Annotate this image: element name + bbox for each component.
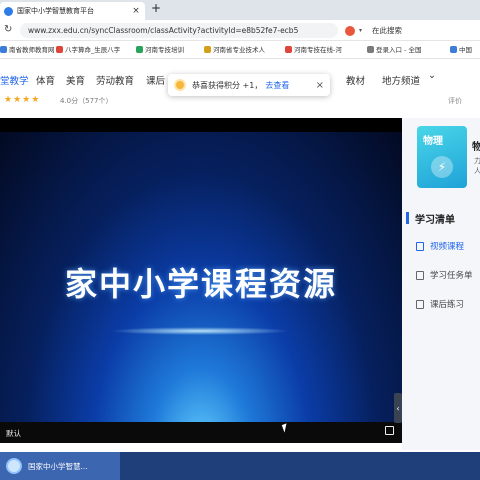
bookmark-item[interactable]: 南省教师教育网 [0,44,55,54]
nav-item[interactable]: 劳动教育 [96,73,134,87]
chevron-down-icon[interactable]: ⌄ [428,70,436,81]
lightning-icon: ⚡ [431,156,453,178]
panel-toggle-button[interactable]: ‹ [394,393,402,423]
bookmark-label: 河南专技培训 [145,46,184,54]
bookmark-favicon-icon [367,45,374,53]
new-tab-button[interactable]: + [151,1,161,15]
toast-view-link[interactable]: 去查看 [265,80,289,91]
url-input[interactable]: www.zxx.edu.cn/syncClassroom/classActivi… [20,23,338,38]
bookmark-favicon-icon [136,45,143,53]
heading-accent-bar [406,212,409,224]
nav-item[interactable]: 地方频道 [382,73,420,87]
address-bar-row: ↻ www.zxx.edu.cn/syncClassroom/classActi… [0,20,480,41]
tab-close-icon[interactable]: × [131,6,141,16]
study-list-item-label: 视频课程 [430,242,465,252]
nav-item[interactable]: 美育 [66,73,85,87]
rating-score: 4.0分（577个） [60,97,113,105]
fullscreen-icon[interactable] [385,426,394,435]
reload-icon[interactable]: ↻ [4,24,12,35]
bookmark-item[interactable]: 河南专技在线-河 [285,44,342,54]
tab-title: 国家中小学智慧教育平台 [17,7,94,15]
quality-selector[interactable]: 默认 [6,428,21,439]
search-placeholder: 在此搜索 [372,26,403,35]
nav-item[interactable]: 堂教学 [0,73,29,87]
bookmark-favicon-icon [0,45,7,53]
browser-tab-bar: 国家中小学智慧教育平台 × + [0,0,480,20]
bookmark-label: 八字算命_生辰八字 [65,46,121,54]
course-side-panel: 物理 ⚡ 物 力 人 学习清单 视频课程学习任务单课后练习 [402,118,480,450]
site-favicon-icon [4,6,13,16]
bookmark-label: 河南省专业技术人 [213,46,265,54]
study-list-heading: 学习清单 [402,208,480,228]
course-sub-text: 力 人 [474,157,480,175]
bookmark-favicon-icon [204,45,211,53]
bookmarks-bar: 南省教师教育网 八字算命_生辰八字 河南专技培训 河南省专业技术人 河南专技在线-河 登录… [0,41,480,59]
study-list-title: 学习清单 [415,214,455,226]
bookmark-favicon-icon [56,45,63,53]
video-glow [110,327,290,335]
nav-item[interactable]: 课后 [146,73,165,87]
star-rating-icon: ★★★★ [4,95,41,105]
video-frame[interactable]: 家中小学课程资源 [0,132,402,422]
rating-row: ★★★★ 4.0分（577个） 评价 [0,95,480,109]
study-list-item[interactable]: 视频课程 [416,240,480,252]
study-list-item-label: 课后练习 [430,300,465,310]
bookmark-item[interactable]: 河南专技培训 [136,44,184,54]
study-list-item-label: 学习任务单 [430,271,473,281]
bookmark-item[interactable]: 登录入口 - 全国 [367,44,421,54]
search-engine-icon [345,25,355,36]
browser-tab[interactable]: 国家中小学智慧教育平台 × [0,2,145,20]
document-icon [416,270,424,280]
subject-name: 物理 [423,136,443,147]
course-title: 物 [472,142,480,153]
document-icon [416,241,424,251]
course-subtitle: 力 人 [474,156,480,176]
browser-icon [6,458,22,474]
os-taskbar: 国家中小学智慧... [0,452,480,480]
bookmark-label: 南省教师教育网 [9,46,55,54]
taskbar-browser-button[interactable]: 国家中小学智慧... [0,452,120,480]
bookmark-label: 登录入口 - 全国 [376,46,422,54]
video-player[interactable]: 家中小学课程资源 默认 ‹ [0,118,402,443]
bookmark-item[interactable]: 中国 [450,44,472,54]
bookmark-item[interactable]: 河南省专业技术人 [204,44,265,54]
study-list-item[interactable]: 课后练习 [416,298,480,310]
toast-message: 恭喜获得积分 +1， [192,80,263,90]
study-list-item[interactable]: 学习任务单 [416,269,480,281]
subject-card[interactable]: 物理 ⚡ [417,126,467,188]
points-toast: 恭喜获得积分 +1， 去查看 × [168,74,330,96]
bookmark-item[interactable]: 八字算命_生辰八字 [56,44,120,54]
taskbar-app-label: 国家中小学智慧... [28,461,88,471]
bookmark-favicon-icon [285,45,292,53]
coin-icon [174,79,186,91]
document-icon [416,299,424,309]
nav-item[interactable]: 体育 [36,73,55,87]
page-background-strip [0,443,402,452]
bookmark-label: 中国 [459,46,472,54]
chevron-down-icon[interactable]: ▾ [359,23,362,38]
bookmark-favicon-icon [450,45,457,53]
video-title-text: 家中小学课程资源 [64,265,337,303]
bookmark-label: 河南专技在线-河 [294,46,342,54]
rate-button[interactable]: 评价 [448,96,462,106]
nav-item[interactable]: 教材 [346,73,365,87]
video-top-bar [0,118,402,132]
search-box[interactable]: ▾ 在此搜索 [345,23,480,38]
video-controls: 默认 [0,422,402,443]
toast-close-icon[interactable]: × [316,80,324,91]
